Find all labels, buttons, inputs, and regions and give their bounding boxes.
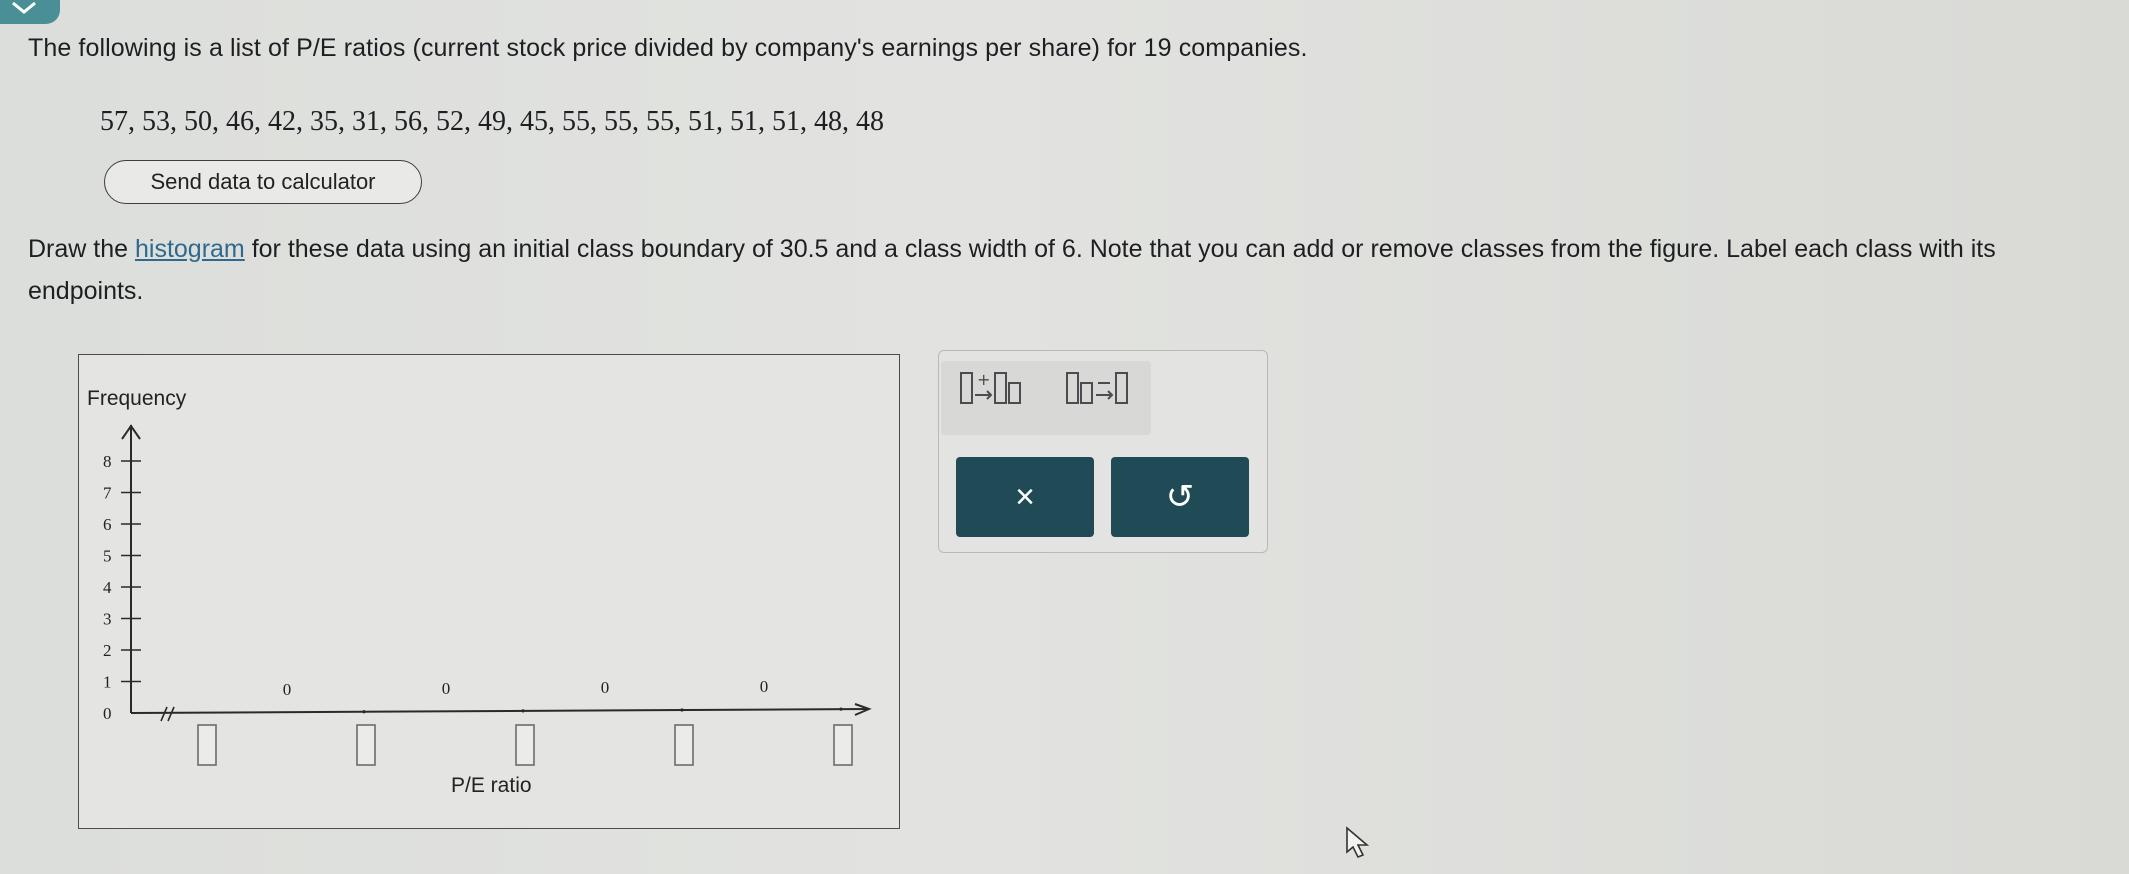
- clear-button[interactable]: ×: [956, 457, 1094, 537]
- class-boundary-dot: [839, 707, 843, 711]
- y-tick-label: 5: [103, 547, 112, 566]
- add-class-icon: +: [960, 370, 1021, 404]
- x-axis-line: [130, 708, 870, 714]
- instruction-part-2: for these data using an initial class bo…: [28, 235, 1996, 305]
- class-endpoint-input[interactable]: [356, 724, 376, 766]
- axis-break-mark: [167, 706, 175, 722]
- undo-button[interactable]: ↺: [1111, 457, 1249, 537]
- axis-break-mark: [160, 706, 168, 722]
- histogram-canvas[interactable]: Frequency P/E ratio 0 1 2 3 4 5 6 7 8 0 0 0 0: [79, 355, 901, 830]
- svg-text:+: +: [977, 370, 990, 389]
- collapse-tab[interactable]: [0, 0, 60, 24]
- close-icon: ×: [1015, 477, 1035, 516]
- class-boundary-dot: [362, 710, 366, 714]
- chevron-down-icon: [12, 1, 36, 14]
- question-intro: The following is a list of P/E ratios (c…: [28, 34, 1308, 62]
- class-boundary-dot: [680, 708, 684, 712]
- class-endpoint-input[interactable]: [515, 724, 535, 766]
- class-endpoint-input[interactable]: [833, 724, 853, 766]
- class-endpoint-input[interactable]: [674, 724, 694, 766]
- histogram-graph[interactable]: Frequency P/E ratio 0 1 2 3 4 5 6 7 8 0 0 0 0: [78, 354, 900, 829]
- y-axis-label: Frequency: [87, 387, 187, 410]
- y-tick-label: 7: [103, 484, 112, 503]
- histogram-link[interactable]: histogram: [135, 235, 245, 263]
- graph-tools-panel: + × ↺: [938, 350, 1268, 553]
- undo-icon: ↺: [1165, 478, 1195, 516]
- remove-class-button[interactable]: [1065, 371, 1145, 405]
- y-tick-label: 3: [103, 610, 112, 629]
- y-tick-label: 6: [103, 515, 112, 534]
- remove-class-icon: [1066, 372, 1128, 404]
- y-tick-label: 8: [103, 452, 112, 471]
- class-frequency-label: 0: [760, 677, 769, 696]
- mouse-cursor-icon: [1344, 826, 1374, 865]
- data-values: 57, 53, 50, 46, 42, 35, 31, 56, 52, 49, …: [100, 106, 884, 137]
- class-frequency-label: 0: [601, 678, 610, 697]
- x-axis-label: P/E ratio: [451, 774, 532, 797]
- y-tick-label: 1: [103, 673, 112, 692]
- y-tick-label: 0: [103, 704, 112, 723]
- class-endpoint-input[interactable]: [197, 724, 217, 766]
- add-class-button[interactable]: +: [959, 370, 1049, 405]
- y-tick-label: 2: [103, 641, 112, 660]
- y-tick-label: 4: [103, 578, 112, 597]
- class-frequency-label: 0: [283, 680, 292, 699]
- class-boundary-dot: [521, 709, 525, 713]
- instruction-text: Draw the histogram for these data using …: [28, 228, 2108, 312]
- instruction-part-1: Draw the: [28, 235, 135, 263]
- send-data-button[interactable]: Send data to calculator: [104, 160, 422, 204]
- class-frequency-label: 0: [442, 679, 451, 698]
